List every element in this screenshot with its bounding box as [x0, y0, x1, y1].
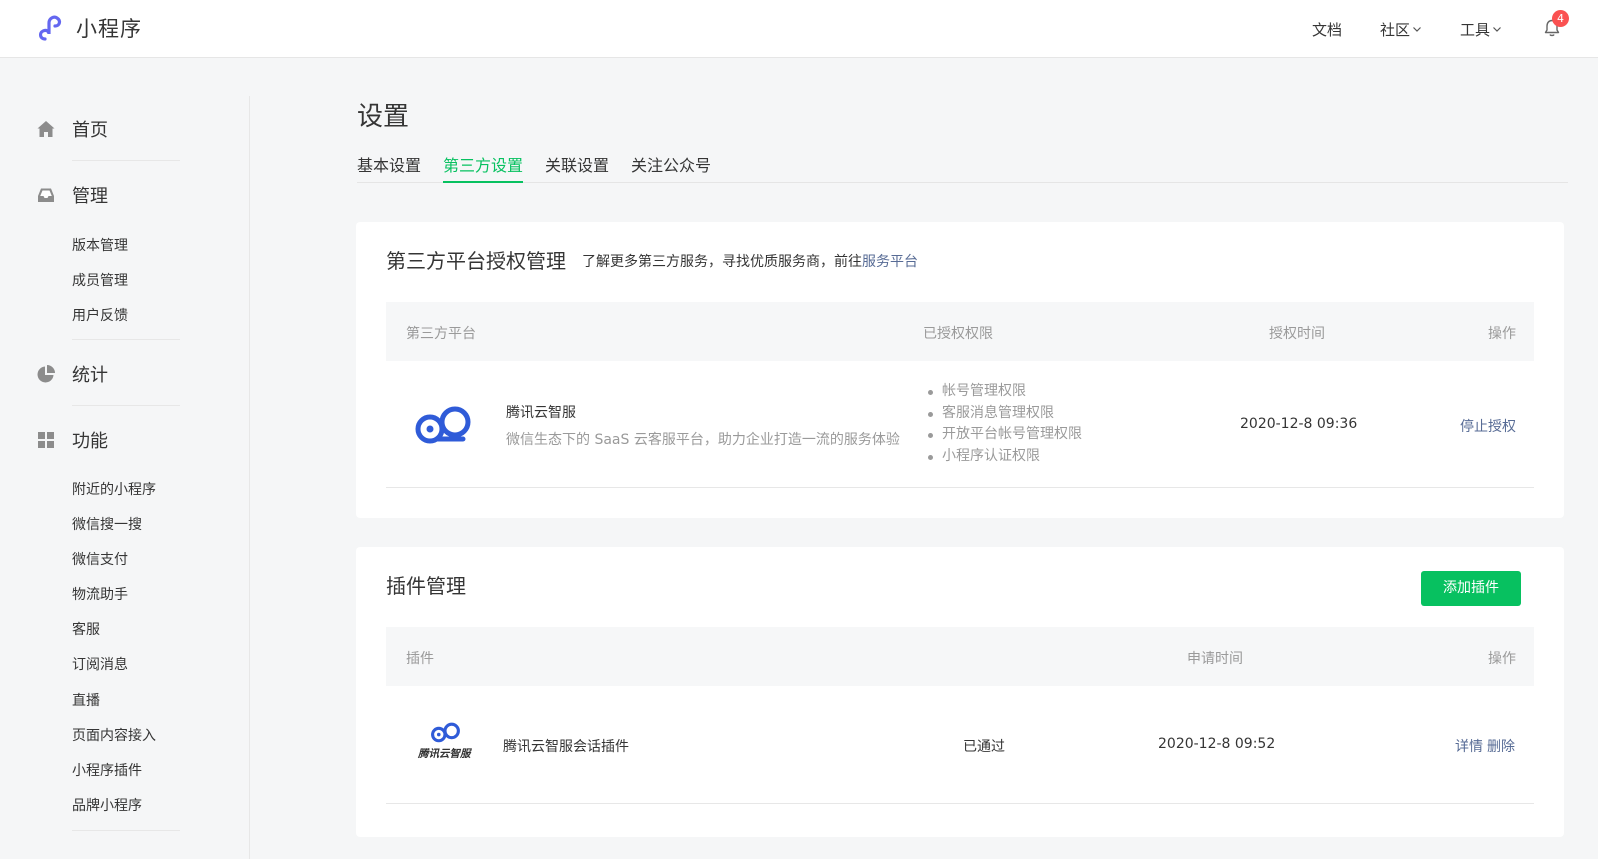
page-title: 设置 — [357, 102, 410, 132]
sidebar-item-nearby[interactable]: 附近的小程序 — [72, 479, 156, 499]
card-title: 第三方平台授权管理 — [386, 249, 566, 273]
sidebar-item-service[interactable]: 客服 — [72, 619, 100, 639]
sidebar-item-content[interactable]: 页面内容接入 — [72, 725, 156, 745]
chevron-down-icon — [1413, 27, 1421, 32]
sidebar-item-search[interactable]: 微信搜一搜 — [72, 514, 142, 534]
sidebar-item-pay[interactable]: 微信支付 — [72, 549, 128, 569]
column-header: 授权时间 — [1269, 326, 1325, 342]
add-plugin-button[interactable]: 添加插件 — [1421, 571, 1521, 606]
column-header: 第三方平台 — [406, 326, 476, 342]
notification-badge: 4 — [1552, 10, 1569, 27]
chevron-down-icon — [1493, 27, 1501, 32]
column-header: 插件 — [406, 651, 434, 667]
column-header: 操作 — [1488, 326, 1516, 342]
sidebar-item-version[interactable]: 版本管理 — [72, 235, 128, 255]
column-header: 已授权权限 — [923, 326, 993, 342]
sidebar-item-label: 管理 — [72, 186, 108, 207]
apply-time: 2020-12-8 09:52 — [1158, 736, 1276, 752]
top-nav: 文档 社区 工具 4 — [1274, 0, 1569, 58]
card-desc-text: 了解更多第三方服务，寻找优质服务商，前往 — [582, 254, 862, 270]
divider — [72, 830, 180, 831]
grid-icon — [36, 430, 56, 450]
sidebar-item-stats[interactable]: 统计 — [36, 359, 108, 389]
sidebar-item-brand[interactable]: 品牌小程序 — [72, 795, 142, 815]
sidebar-item-subscribe[interactable]: 订阅消息 — [72, 654, 128, 674]
tab-linked[interactable]: 关联设置 — [545, 152, 609, 183]
sidebar-item-logistics[interactable]: 物流助手 — [72, 584, 128, 604]
card-title: 插件管理 — [386, 574, 466, 598]
sidebar-item-plugins[interactable]: 小程序插件 — [72, 760, 142, 780]
tab-third-party[interactable]: 第三方设置 — [443, 152, 524, 183]
sidebar-item-label: 首页 — [72, 120, 108, 141]
sidebar-item-feedback[interactable]: 用户反馈 — [72, 305, 128, 325]
tencent-cloud-logo-icon — [431, 722, 460, 743]
sidebar-item-features[interactable]: 功能 — [36, 425, 108, 455]
tab-basic[interactable]: 基本设置 — [357, 152, 421, 183]
revoke-auth-link[interactable]: 停止授权 — [1460, 416, 1516, 436]
divider — [72, 339, 180, 340]
sidebar-item-members[interactable]: 成员管理 — [72, 270, 128, 290]
nav-docs-label: 文档 — [1311, 20, 1342, 39]
nav-docs[interactable]: 文档 — [1312, 19, 1342, 40]
tencent-cloud-logo-icon — [415, 406, 471, 444]
list-item: 客服消息管理权限 — [926, 403, 1082, 425]
divider — [386, 487, 1534, 488]
nav-tools-label: 工具 — [1459, 20, 1490, 39]
sidebar-item-live[interactable]: 直播 — [72, 690, 100, 710]
third-party-card: 第三方平台授权管理 了解更多第三方服务，寻找优质服务商，前往服务平台 第三方平台… — [356, 222, 1564, 518]
card-desc: 了解更多第三方服务，寻找优质服务商，前往服务平台 — [582, 251, 918, 271]
sidebar: 首页 管理 版本管理 成员管理 用户反馈 统计 功能 附近的小程序 微信搜一搜 … — [0, 96, 250, 859]
plugin-logo-text: 腾讯云智服 — [418, 748, 471, 760]
list-item: 小程序认证权限 — [926, 446, 1082, 468]
divider — [72, 160, 180, 161]
service-platform-link[interactable]: 服务平台 — [862, 254, 918, 270]
platform-desc: 微信生态下的 SaaS 云客服平台，助力企业打造一流的服务体验 — [506, 432, 900, 448]
sidebar-item-label: 功能 — [72, 431, 108, 452]
table-header: 插件 申请时间 操作 — [386, 627, 1534, 686]
divider — [386, 803, 1534, 804]
permission-list: 帐号管理权限 客服消息管理权限 开放平台帐号管理权限 小程序认证权限 — [926, 381, 1082, 467]
settings-tabs: 基本设置 第三方设置 关联设置 关注公众号 — [357, 152, 1568, 183]
platform-name: 腾讯云智服 — [506, 405, 576, 421]
table-header: 第三方平台 已授权权限 授权时间 操作 — [386, 302, 1534, 361]
plugins-card: 插件管理 添加插件 插件 申请时间 操作 腾讯云智服 腾讯云智服会话插件 已通过… — [356, 547, 1564, 837]
sidebar-item-label: 统计 — [72, 365, 108, 386]
auth-time: 2020-12-8 09:36 — [1240, 416, 1358, 432]
home-icon — [36, 119, 56, 139]
plugin-name: 腾讯云智服会话插件 — [503, 739, 629, 755]
status-badge: 已通过 — [963, 739, 1005, 755]
logo-text: 小程序 — [76, 17, 142, 41]
inbox-icon — [36, 185, 56, 205]
delete-link[interactable]: 删除 — [1487, 736, 1515, 756]
sidebar-item-home[interactable]: 首页 — [36, 114, 108, 144]
divider — [72, 405, 180, 406]
nav-community[interactable]: 社区 — [1380, 19, 1422, 40]
sidebar-item-manage[interactable]: 管理 — [36, 180, 108, 210]
list-item: 帐号管理权限 — [926, 381, 1082, 403]
tab-follow-account[interactable]: 关注公众号 — [631, 152, 711, 183]
pie-chart-icon — [36, 364, 56, 384]
top-bar: 小程序 文档 社区 工具 4 — [0, 0, 1598, 58]
details-link[interactable]: 详情 — [1455, 736, 1483, 756]
miniprogram-logo-icon — [38, 15, 62, 41]
column-header: 申请时间 — [1187, 651, 1243, 667]
logo[interactable]: 小程序 — [36, 12, 142, 44]
nav-community-label: 社区 — [1379, 20, 1410, 39]
plugin-logo: 腾讯云智服 — [416, 722, 476, 766]
notification-button[interactable]: 4 — [1542, 10, 1569, 40]
list-item: 开放平台帐号管理权限 — [926, 424, 1082, 446]
column-header: 操作 — [1488, 651, 1516, 667]
nav-tools[interactable]: 工具 — [1460, 19, 1502, 40]
